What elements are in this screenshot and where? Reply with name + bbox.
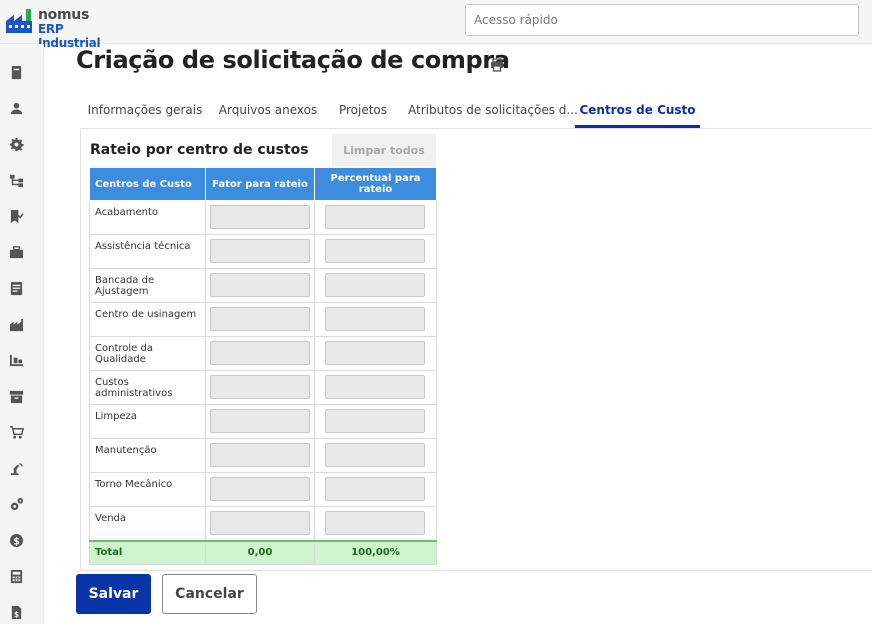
- factor-input[interactable]: [210, 409, 310, 433]
- cost-center-name: Manutenção: [89, 438, 206, 473]
- save-button[interactable]: Salvar: [76, 574, 151, 614]
- factor-input[interactable]: [210, 375, 310, 399]
- cart-icon[interactable]: [8, 424, 24, 440]
- table-row: Centro de usinagem: [89, 302, 437, 337]
- percent-input[interactable]: [325, 409, 425, 433]
- total-percent: 100,00%: [314, 539, 437, 565]
- percent-input[interactable]: [325, 205, 425, 229]
- page-title: Criação de solicitação de compra: [76, 46, 510, 74]
- cost-center-name: Venda: [89, 506, 206, 541]
- tab-arquivos-anexos[interactable]: Arquivos anexos: [218, 96, 318, 128]
- factor-input[interactable]: [210, 443, 310, 467]
- table-row: Custos administrativos: [89, 370, 437, 405]
- factory-logo-icon: [6, 9, 32, 33]
- factor-input[interactable]: [210, 477, 310, 501]
- tab-projetos[interactable]: Projetos: [333, 96, 393, 128]
- bookmark-check-icon[interactable]: [8, 208, 24, 224]
- table-row: Assistência técnica: [89, 234, 437, 269]
- cost-center-name: Custos administrativos: [89, 370, 206, 405]
- archive-icon[interactable]: [8, 388, 24, 404]
- user-icon[interactable]: [8, 100, 24, 116]
- factor-input[interactable]: [210, 205, 310, 229]
- dollar-icon[interactable]: $: [8, 532, 24, 548]
- cost-center-name: Acabamento: [89, 200, 206, 235]
- percent-input[interactable]: [325, 307, 425, 331]
- total-factor: 0,00: [205, 539, 315, 565]
- svg-text:$: $: [13, 536, 20, 547]
- tab-centros-de-custo[interactable]: Centros de Custo: [575, 96, 700, 128]
- table-row: Bancada de Ajustagem: [89, 268, 437, 303]
- sidebar: $ $: [0, 44, 44, 624]
- table-row: Torno Mecânico: [89, 472, 437, 507]
- factor-input[interactable]: [210, 511, 310, 535]
- table-row: Controle da Qualidade: [89, 336, 437, 371]
- invoice-icon[interactable]: $: [8, 604, 24, 620]
- tab-atributos[interactable]: Atributos de solicitações d...: [408, 96, 578, 128]
- robot-arm-icon[interactable]: [8, 460, 24, 476]
- column-header: Percentual para rateio: [314, 167, 437, 201]
- table-row: Limpeza: [89, 404, 437, 439]
- percent-input[interactable]: [325, 477, 425, 501]
- cost-center-name: Bancada de Ajustagem: [89, 268, 206, 303]
- table-row: Acabamento: [89, 200, 437, 235]
- clear-all-button[interactable]: Limpar todos: [332, 134, 436, 166]
- top-bar: nomus ERP Industrial: [0, 0, 872, 50]
- table-row: Manutenção: [89, 438, 437, 473]
- quick-access-input[interactable]: [465, 4, 859, 36]
- percent-input[interactable]: [325, 375, 425, 399]
- nomus-logo[interactable]: nomus ERP Industrial: [6, 5, 126, 50]
- cost-center-name: Torno Mecânico: [89, 472, 206, 507]
- column-header: Fator para rateio: [205, 167, 315, 201]
- total-label: Total: [89, 539, 206, 565]
- column-header: Centros de Custo: [89, 167, 206, 201]
- document-icon[interactable]: [8, 280, 24, 296]
- calculator-icon[interactable]: [8, 568, 24, 584]
- cancel-button[interactable]: Cancelar: [162, 574, 257, 614]
- gears-icon[interactable]: [8, 496, 24, 512]
- briefcase-icon[interactable]: [8, 244, 24, 260]
- cost-center-name: Limpeza: [89, 404, 206, 439]
- factor-input[interactable]: [210, 307, 310, 331]
- brand-name: nomus: [38, 7, 89, 23]
- pallet-icon[interactable]: [8, 352, 24, 368]
- percent-input[interactable]: [325, 341, 425, 365]
- total-row: Total 0,00 100,00%: [89, 539, 437, 565]
- tab-informacoes-gerais[interactable]: Informações gerais: [80, 96, 210, 128]
- percent-input[interactable]: [325, 273, 425, 297]
- gear-icon[interactable]: [8, 136, 24, 152]
- cost-center-name: Controle da Qualidade: [89, 336, 206, 371]
- percent-input[interactable]: [325, 443, 425, 467]
- factor-input[interactable]: [210, 239, 310, 263]
- book-icon[interactable]: [8, 64, 24, 80]
- section-title: Rateio por centro de custos: [90, 142, 309, 158]
- cost-center-table: Centros de Custo Fator para rateio Perce…: [89, 167, 437, 565]
- svg-text:$: $: [13, 610, 18, 619]
- percent-input[interactable]: [325, 239, 425, 263]
- factor-input[interactable]: [210, 273, 310, 297]
- hierarchy-icon[interactable]: [8, 172, 24, 188]
- percent-input[interactable]: [325, 511, 425, 535]
- factor-input[interactable]: [210, 341, 310, 365]
- table-row: Venda: [89, 506, 437, 541]
- print-icon[interactable]: [490, 58, 504, 72]
- cost-center-name: Assistência técnica: [89, 234, 206, 269]
- factory-icon[interactable]: [8, 316, 24, 332]
- cost-center-name: Centro de usinagem: [89, 302, 206, 337]
